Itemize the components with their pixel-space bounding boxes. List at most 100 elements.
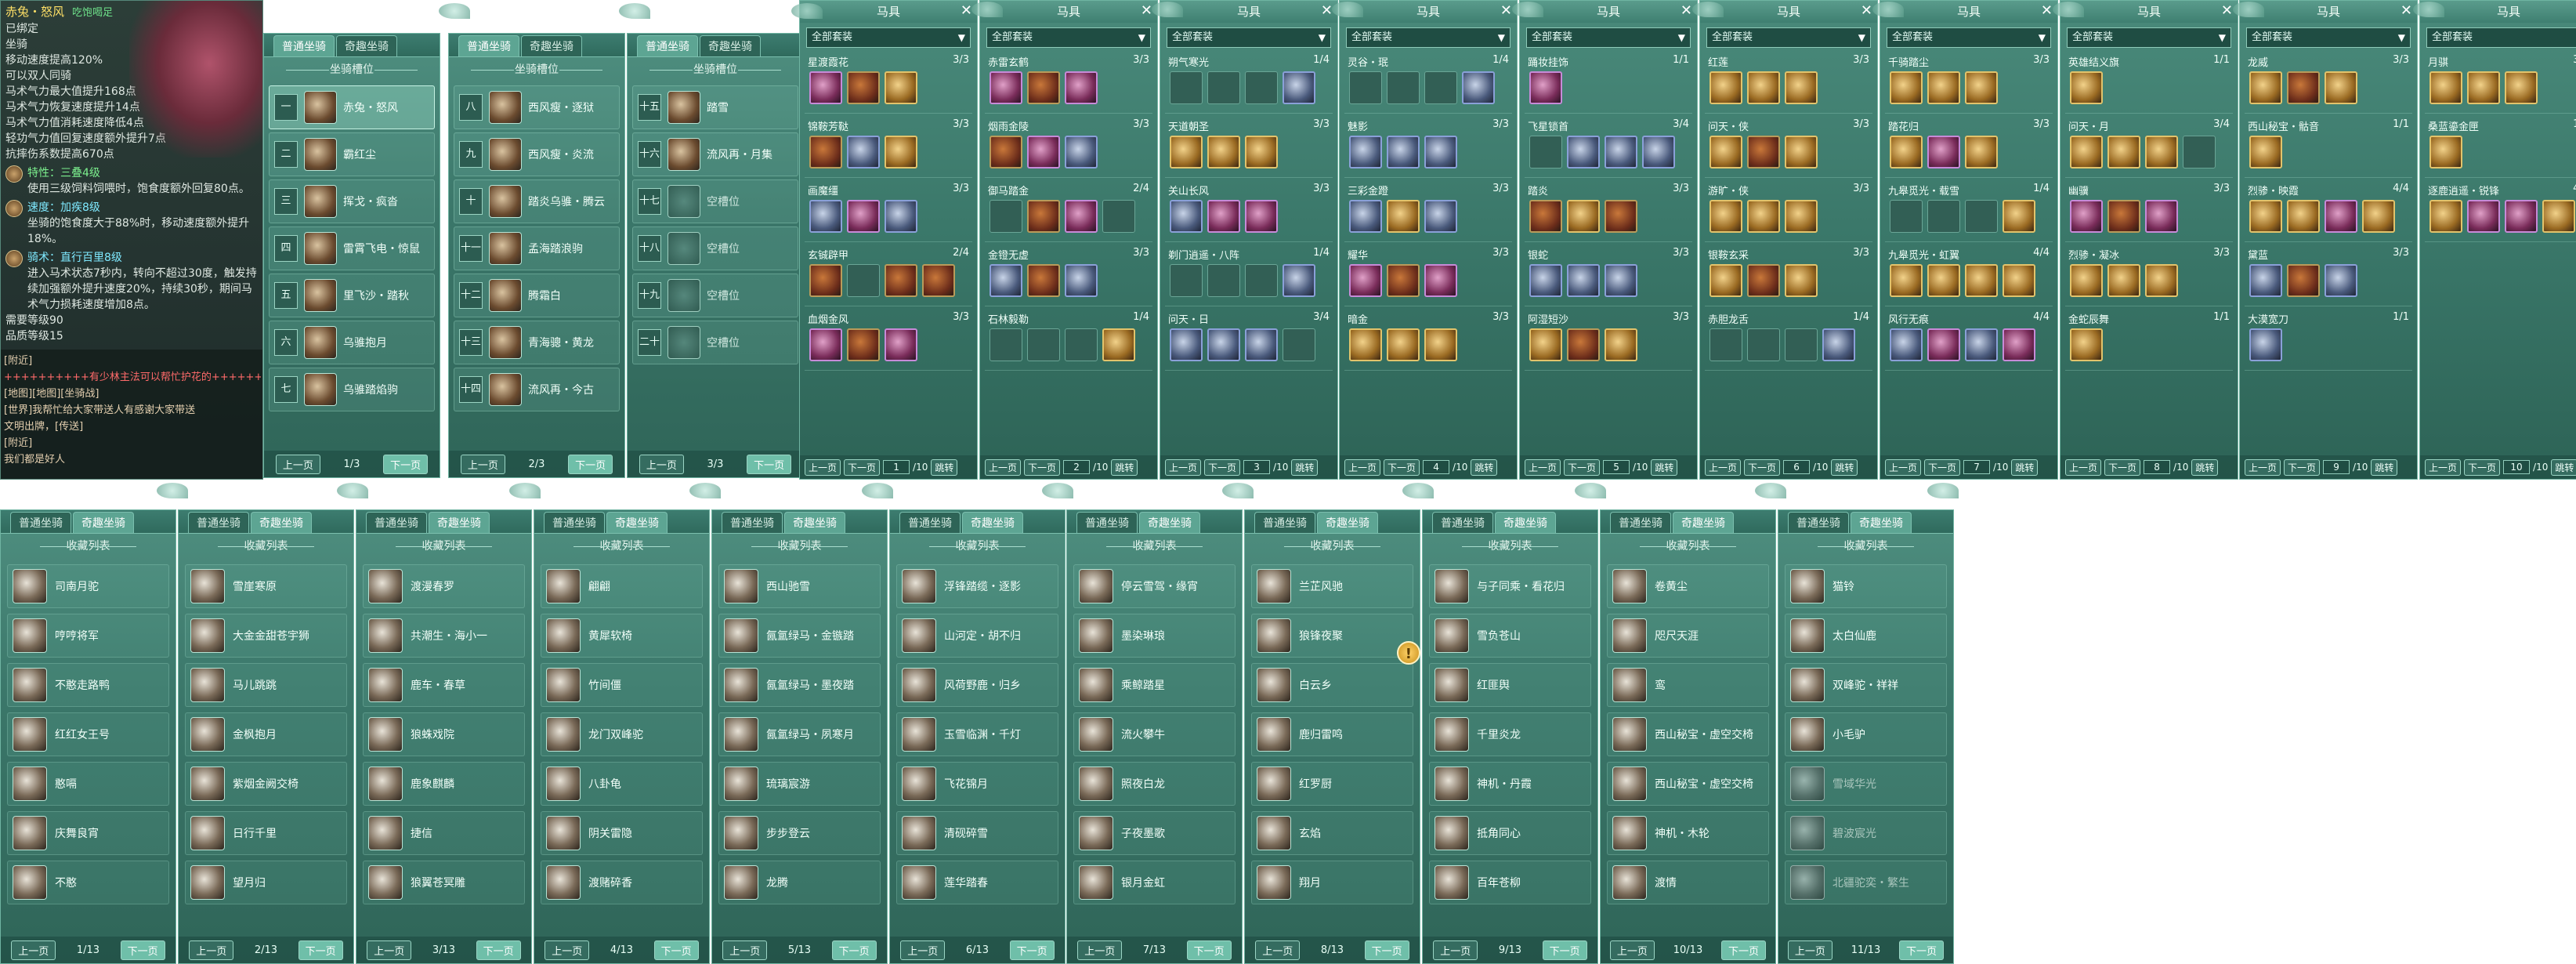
tab-fun-mount[interactable]: 奇趣坐骑 [429, 512, 490, 533]
page-number-input[interactable]: 9 [2323, 460, 2350, 474]
next-page-button[interactable]: 下一页 [1186, 940, 1232, 960]
prev-page-button[interactable]: 上一页 [275, 454, 320, 474]
tack-item-icon[interactable] [2325, 264, 2357, 297]
tack-item-icon[interactable] [1890, 264, 1923, 297]
tab-normal-mount[interactable]: 普通坐骑 [1788, 512, 1849, 533]
collection-item[interactable]: 竹间僵 [541, 663, 703, 707]
page-number-input[interactable]: 3 [1243, 460, 1271, 474]
next-page-button[interactable]: 下一页 [1899, 940, 1945, 960]
tack-item-icon[interactable] [1387, 136, 1420, 169]
tack-item-icon[interactable] [2145, 200, 2178, 233]
tab-normal-mount[interactable]: 普通坐骑 [1432, 512, 1493, 533]
next-page-button[interactable]: 下一页 [120, 940, 165, 960]
tack-item-icon[interactable] [2429, 71, 2462, 104]
collection-item[interactable]: 红红女王号 [7, 712, 169, 756]
page-number-input[interactable]: 5 [1603, 460, 1630, 474]
next-page-button[interactable]: 下一页 [831, 940, 877, 960]
tack-item-icon[interactable] [2287, 200, 2320, 233]
collection-item[interactable]: 大金金甜苍宇狮 [185, 614, 347, 658]
tack-item-icon[interactable] [2249, 328, 2282, 361]
tack-item-icon[interactable] [1747, 71, 1780, 104]
tack-item-icon[interactable] [2249, 200, 2282, 233]
tack-item-icon[interactable] [1027, 71, 1060, 104]
collection-item[interactable]: 司南月驼 [7, 564, 169, 608]
close-icon[interactable]: ✕ [2041, 1, 2053, 21]
tack-item-icon[interactable] [809, 136, 842, 169]
collection-item[interactable]: 飞花锦月 [896, 762, 1058, 806]
set-filter-dropdown[interactable]: 全部套装 ▼ [806, 27, 971, 48]
collection-item[interactable]: 银月金虹 [1073, 861, 1236, 904]
collection-item[interactable]: 百年苍柳 [1429, 861, 1591, 904]
collection-item[interactable]: 双峰驼・祥祥 [1785, 663, 1947, 707]
set-filter-dropdown[interactable]: 全部套装 ▼ [1706, 27, 1871, 48]
jump-button[interactable]: 跳转 [2551, 458, 2576, 476]
close-icon[interactable]: ✕ [961, 1, 972, 21]
collection-item[interactable]: 八卦龟 [541, 762, 703, 806]
collection-item[interactable]: 西山秘宝・虚空交椅 [1607, 712, 1769, 756]
tack-item-icon[interactable] [1567, 264, 1600, 297]
next-page-button[interactable]: 下一页 [1024, 458, 1061, 476]
tack-item-icon[interactable] [2107, 136, 2140, 169]
collection-item[interactable]: 乘鲸踏星 [1073, 663, 1236, 707]
next-page-button[interactable]: 下一页 [1564, 458, 1601, 476]
tack-item-icon[interactable] [1170, 200, 1203, 233]
collection-item[interactable]: 氤氲绿马・墨夜踏 [718, 663, 881, 707]
tack-item-icon[interactable] [922, 264, 955, 297]
collection-item[interactable]: 庆舞良宵 [7, 811, 169, 855]
collection-item[interactable]: 清砚碎雪 [896, 811, 1058, 855]
set-filter-dropdown[interactable]: 全部套装 ▼ [1526, 27, 1691, 48]
page-number-input[interactable]: 6 [1783, 460, 1811, 474]
prev-page-button[interactable]: 上一页 [985, 458, 1022, 476]
mount-slot-row[interactable]: 四 雷霄飞电・惊鼠 [269, 227, 435, 270]
set-filter-dropdown[interactable]: 全部套装 ▼ [2067, 27, 2231, 48]
collection-item[interactable]: 太白仙鹿 [1785, 614, 1947, 658]
mount-slot-row[interactable]: 二 霸红尘 [269, 132, 435, 176]
tack-item-icon[interactable] [2542, 200, 2575, 233]
tack-item-icon[interactable] [847, 328, 880, 361]
collection-item[interactable]: 小毛驴 [1785, 712, 1947, 756]
tack-item-icon[interactable] [1747, 264, 1780, 297]
prev-page-button[interactable]: 上一页 [189, 940, 234, 960]
tack-item-icon[interactable] [1207, 328, 1240, 361]
mount-slot-row[interactable]: 十六 流风再・月集 [632, 132, 798, 176]
jump-button[interactable]: 跳转 [1111, 458, 1138, 476]
tack-item-icon[interactable] [1065, 71, 1098, 104]
tack-item-icon[interactable] [1065, 264, 1098, 297]
next-page-button[interactable]: 下一页 [2464, 458, 2501, 476]
tab-fun-mount[interactable]: 奇趣坐骑 [1673, 512, 1734, 533]
tack-item-icon[interactable] [1965, 136, 1998, 169]
collection-item[interactable]: 停云雪驾・缘宵 [1073, 564, 1236, 608]
collection-item[interactable]: 日行千里 [185, 811, 347, 855]
tack-item-icon[interactable] [1965, 264, 1998, 297]
tab-fun-mount[interactable]: 奇趣坐骑 [1139, 512, 1200, 533]
next-page-button[interactable]: 下一页 [844, 458, 881, 476]
next-page-button[interactable]: 下一页 [1924, 458, 1961, 476]
mount-slot-row[interactable]: 十七 空槽位 [632, 179, 798, 223]
tack-item-icon[interactable] [1349, 328, 1382, 361]
jump-button[interactable]: 跳转 [2011, 458, 2039, 476]
close-icon[interactable]: ✕ [2401, 1, 2412, 21]
tack-item-icon[interactable] [847, 136, 880, 169]
mount-slot-row[interactable]: 十五 踏雪 [632, 85, 798, 129]
collection-item[interactable]: 不憨 [7, 861, 169, 904]
tack-item-icon[interactable] [2107, 264, 2140, 297]
page-number-input[interactable]: 4 [1423, 460, 1450, 474]
prev-page-button[interactable]: 上一页 [805, 458, 841, 476]
prev-page-button[interactable]: 上一页 [639, 454, 684, 474]
collection-item[interactable]: 神机・丹霞 [1429, 762, 1591, 806]
tab-normal-mount[interactable]: 普通坐骑 [458, 35, 519, 56]
tack-item-icon[interactable] [1785, 200, 1818, 233]
tack-item-icon[interactable] [2070, 71, 2103, 104]
collection-item[interactable]: 鹿车・春草 [363, 663, 525, 707]
collection-item[interactable]: 西山驰雪 [718, 564, 881, 608]
tab-normal-mount[interactable]: 普通坐骑 [722, 512, 783, 533]
prev-page-button[interactable]: 上一页 [900, 940, 946, 960]
tab-normal-mount[interactable]: 普通坐骑 [1076, 512, 1138, 533]
tack-item-icon[interactable] [2325, 200, 2357, 233]
tack-item-icon[interactable] [2429, 136, 2462, 169]
collection-item[interactable]: 渡赌碎香 [541, 861, 703, 904]
next-page-button[interactable]: 下一页 [747, 454, 792, 474]
prev-page-button[interactable]: 上一页 [367, 940, 412, 960]
mount-slot-row[interactable]: 十二 腾霜白 [454, 274, 620, 317]
tab-normal-mount[interactable]: 普通坐骑 [1610, 512, 1671, 533]
